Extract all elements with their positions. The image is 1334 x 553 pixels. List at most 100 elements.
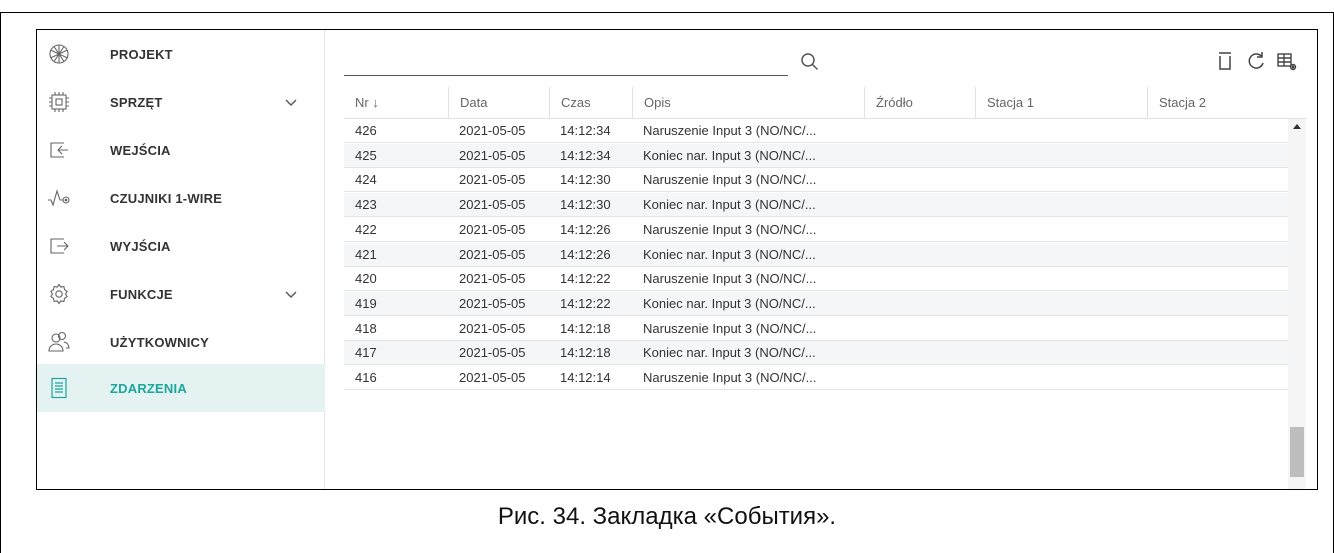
chevron-down-icon[interactable] <box>283 286 299 302</box>
table-cell: 2021-05-05 <box>459 246 526 262</box>
chevron-down-icon[interactable] <box>283 94 299 110</box>
table-cell <box>1147 193 1158 217</box>
sidebar-item-label: WYJŚCIA <box>110 238 171 254</box>
table-cell: 416 <box>355 370 377 385</box>
table-cell <box>864 366 875 390</box>
table-cell <box>864 243 875 267</box>
column-header[interactable]: Stacja 1 <box>975 87 1147 119</box>
table-cell <box>1147 168 1158 192</box>
figure-caption: Рис. 34. Закладка «События». <box>497 503 837 530</box>
output-icon <box>50 238 69 254</box>
table-cell: 418 <box>355 320 377 336</box>
table-cell: Koniec nar. Input 3 (NO/NC/... <box>643 197 816 213</box>
sidebar-item-projekt[interactable]: PROJEKT <box>37 30 325 78</box>
column-header[interactable]: Data <box>448 87 549 119</box>
sidebar-item-sprzet[interactable]: SPRZĘT <box>37 78 325 126</box>
table-cell: Naruszenie Input 3 (NO/NC/... <box>643 320 817 336</box>
search-input[interactable] <box>344 75 788 76</box>
sidebar-item-label: FUNKCJE <box>110 286 173 302</box>
table-cell <box>1147 119 1158 143</box>
table-row[interactable]: 417 2021-05-05 14:12:18 Koniec nar. Input 3… <box>344 341 1288 366</box>
table-cell <box>975 193 986 217</box>
hardware-icon <box>49 92 69 112</box>
sidebar: PROJEKT SPRZĘT WEJŚCIA CZUJNIKI 1-WIRE W… <box>37 30 325 489</box>
table-cell: 2021-05-05 <box>459 221 526 237</box>
trash-icon[interactable] <box>1214 50 1236 72</box>
table-cell: 14:12:22 <box>560 295 611 311</box>
vertical-scrollbar[interactable] <box>1288 119 1306 489</box>
table-cell: 2021-05-05 <box>459 295 526 311</box>
table-cell <box>975 267 986 291</box>
table-cell: 421 <box>355 246 377 262</box>
table-cell: 14:12:22 <box>560 271 611 287</box>
table-cell: 2021-05-05 <box>459 172 526 188</box>
table-cell <box>864 292 875 316</box>
scroll-up-arrow-icon[interactable] <box>1293 124 1301 129</box>
table-cell: 2021-05-05 <box>459 345 526 361</box>
table-cell: 14:12:30 <box>560 172 611 188</box>
table-cell: 14:12:34 <box>560 147 611 163</box>
scroll-thumb[interactable] <box>1290 427 1304 477</box>
table-row[interactable]: 425 2021-05-05 14:12:34 Koniec nar. Input 3… <box>344 143 1288 168</box>
table-cell <box>1147 218 1158 242</box>
table-cell: 422 <box>355 221 377 237</box>
column-header[interactable]: Czas <box>549 87 632 119</box>
sidebar-item-uzytkownicy[interactable]: UŻYTKOWNICY <box>37 318 325 366</box>
table-row[interactable]: 419 2021-05-05 14:12:22 Koniec nar. Input 3… <box>344 291 1288 316</box>
sidebar-item-label: PROJEKT <box>110 46 173 62</box>
table-cell <box>975 243 986 267</box>
table-row[interactable]: 416 2021-05-05 14:12:14 Naruszenie Input 3 … <box>344 366 1288 390</box>
table-cell <box>975 292 986 316</box>
sidebar-item-label: ZDARZENIA <box>110 380 187 396</box>
column-header[interactable]: Nr ↓ <box>344 87 448 119</box>
table-cell: 14:12:14 <box>560 370 611 385</box>
table-row[interactable]: 420 2021-05-05 14:12:22 Naruszenie Input 3 … <box>344 267 1288 292</box>
table-row[interactable]: 426 2021-05-05 14:12:34 Naruszenie Input 3 … <box>344 119 1288 143</box>
table-cell: 2021-05-05 <box>459 123 526 138</box>
gear-icon <box>50 283 68 305</box>
table-cell <box>864 267 875 291</box>
table-cell <box>1147 341 1158 365</box>
sidebar-item-label: SPRZĘT <box>110 94 163 110</box>
table-cell <box>864 317 875 341</box>
table-cell: 2021-05-05 <box>459 320 526 336</box>
sidebar-item-label: UŻYTKOWNICY <box>110 334 209 350</box>
sidebar-item-label: CZUJNIKI 1-WIRE <box>110 190 223 206</box>
sidebar-item-wyjscia[interactable]: WYJŚCIA <box>37 222 325 270</box>
refresh-icon[interactable] <box>1245 50 1267 72</box>
table-cell <box>864 119 875 143</box>
table-cell <box>864 218 875 242</box>
table-cell <box>1147 267 1158 291</box>
table-cell <box>1147 144 1158 168</box>
table-cell: 420 <box>355 271 377 287</box>
sidebar-item-czujniki[interactable]: CZUJNIKI 1-WIRE <box>37 174 325 222</box>
table-cell: 2021-05-05 <box>459 271 526 287</box>
table-cell: 14:12:34 <box>560 123 611 138</box>
column-header[interactable]: Źródło <box>864 87 975 119</box>
column-header[interactable]: Opis <box>632 87 864 119</box>
table-row[interactable]: 422 2021-05-05 14:12:26 Naruszenie Input 3 … <box>344 218 1288 242</box>
table-cell <box>975 317 986 341</box>
sidebar-item-zdarzenia[interactable]: ZDARZENIA <box>37 364 325 412</box>
sidebar-item-funkcje[interactable]: FUNKCJE <box>37 270 325 318</box>
table-cell: 14:12:26 <box>560 221 611 237</box>
table-row[interactable]: 423 2021-05-05 14:12:30 Koniec nar. Input 3… <box>344 193 1288 218</box>
table-header: Nr ↓ Data Czas Opis Źródło Stacja 1 Stacja 2 <box>344 87 1306 119</box>
table-row[interactable]: 421 2021-05-05 14:12:26 Koniec nar. Input 3… <box>344 242 1288 267</box>
sensor-icon <box>48 189 70 207</box>
search-icon[interactable] <box>799 51 821 73</box>
table-settings-icon[interactable] <box>1276 50 1298 72</box>
table-cell: Naruszenie Input 3 (NO/NC/... <box>643 123 817 138</box>
sidebar-item-label: WEJŚCIA <box>110 142 171 158</box>
table-cell: Koniec nar. Input 3 (NO/NC/... <box>643 295 816 311</box>
table-row[interactable]: 418 2021-05-05 14:12:18 Naruszenie Input 3 … <box>344 317 1288 341</box>
table-cell: Koniec nar. Input 3 (NO/NC/... <box>643 246 816 262</box>
project-icon <box>49 44 69 64</box>
table-row[interactable]: 424 2021-05-05 14:12:30 Naruszenie Input 3 … <box>344 168 1288 193</box>
table-cell <box>975 366 986 390</box>
table-cell <box>1147 292 1158 316</box>
column-header[interactable]: Stacja 2 <box>1147 87 1306 119</box>
sidebar-item-wejscia[interactable]: WEJŚCIA <box>37 126 325 174</box>
table-cell <box>1147 243 1158 267</box>
table-cell: 14:12:26 <box>560 246 611 262</box>
